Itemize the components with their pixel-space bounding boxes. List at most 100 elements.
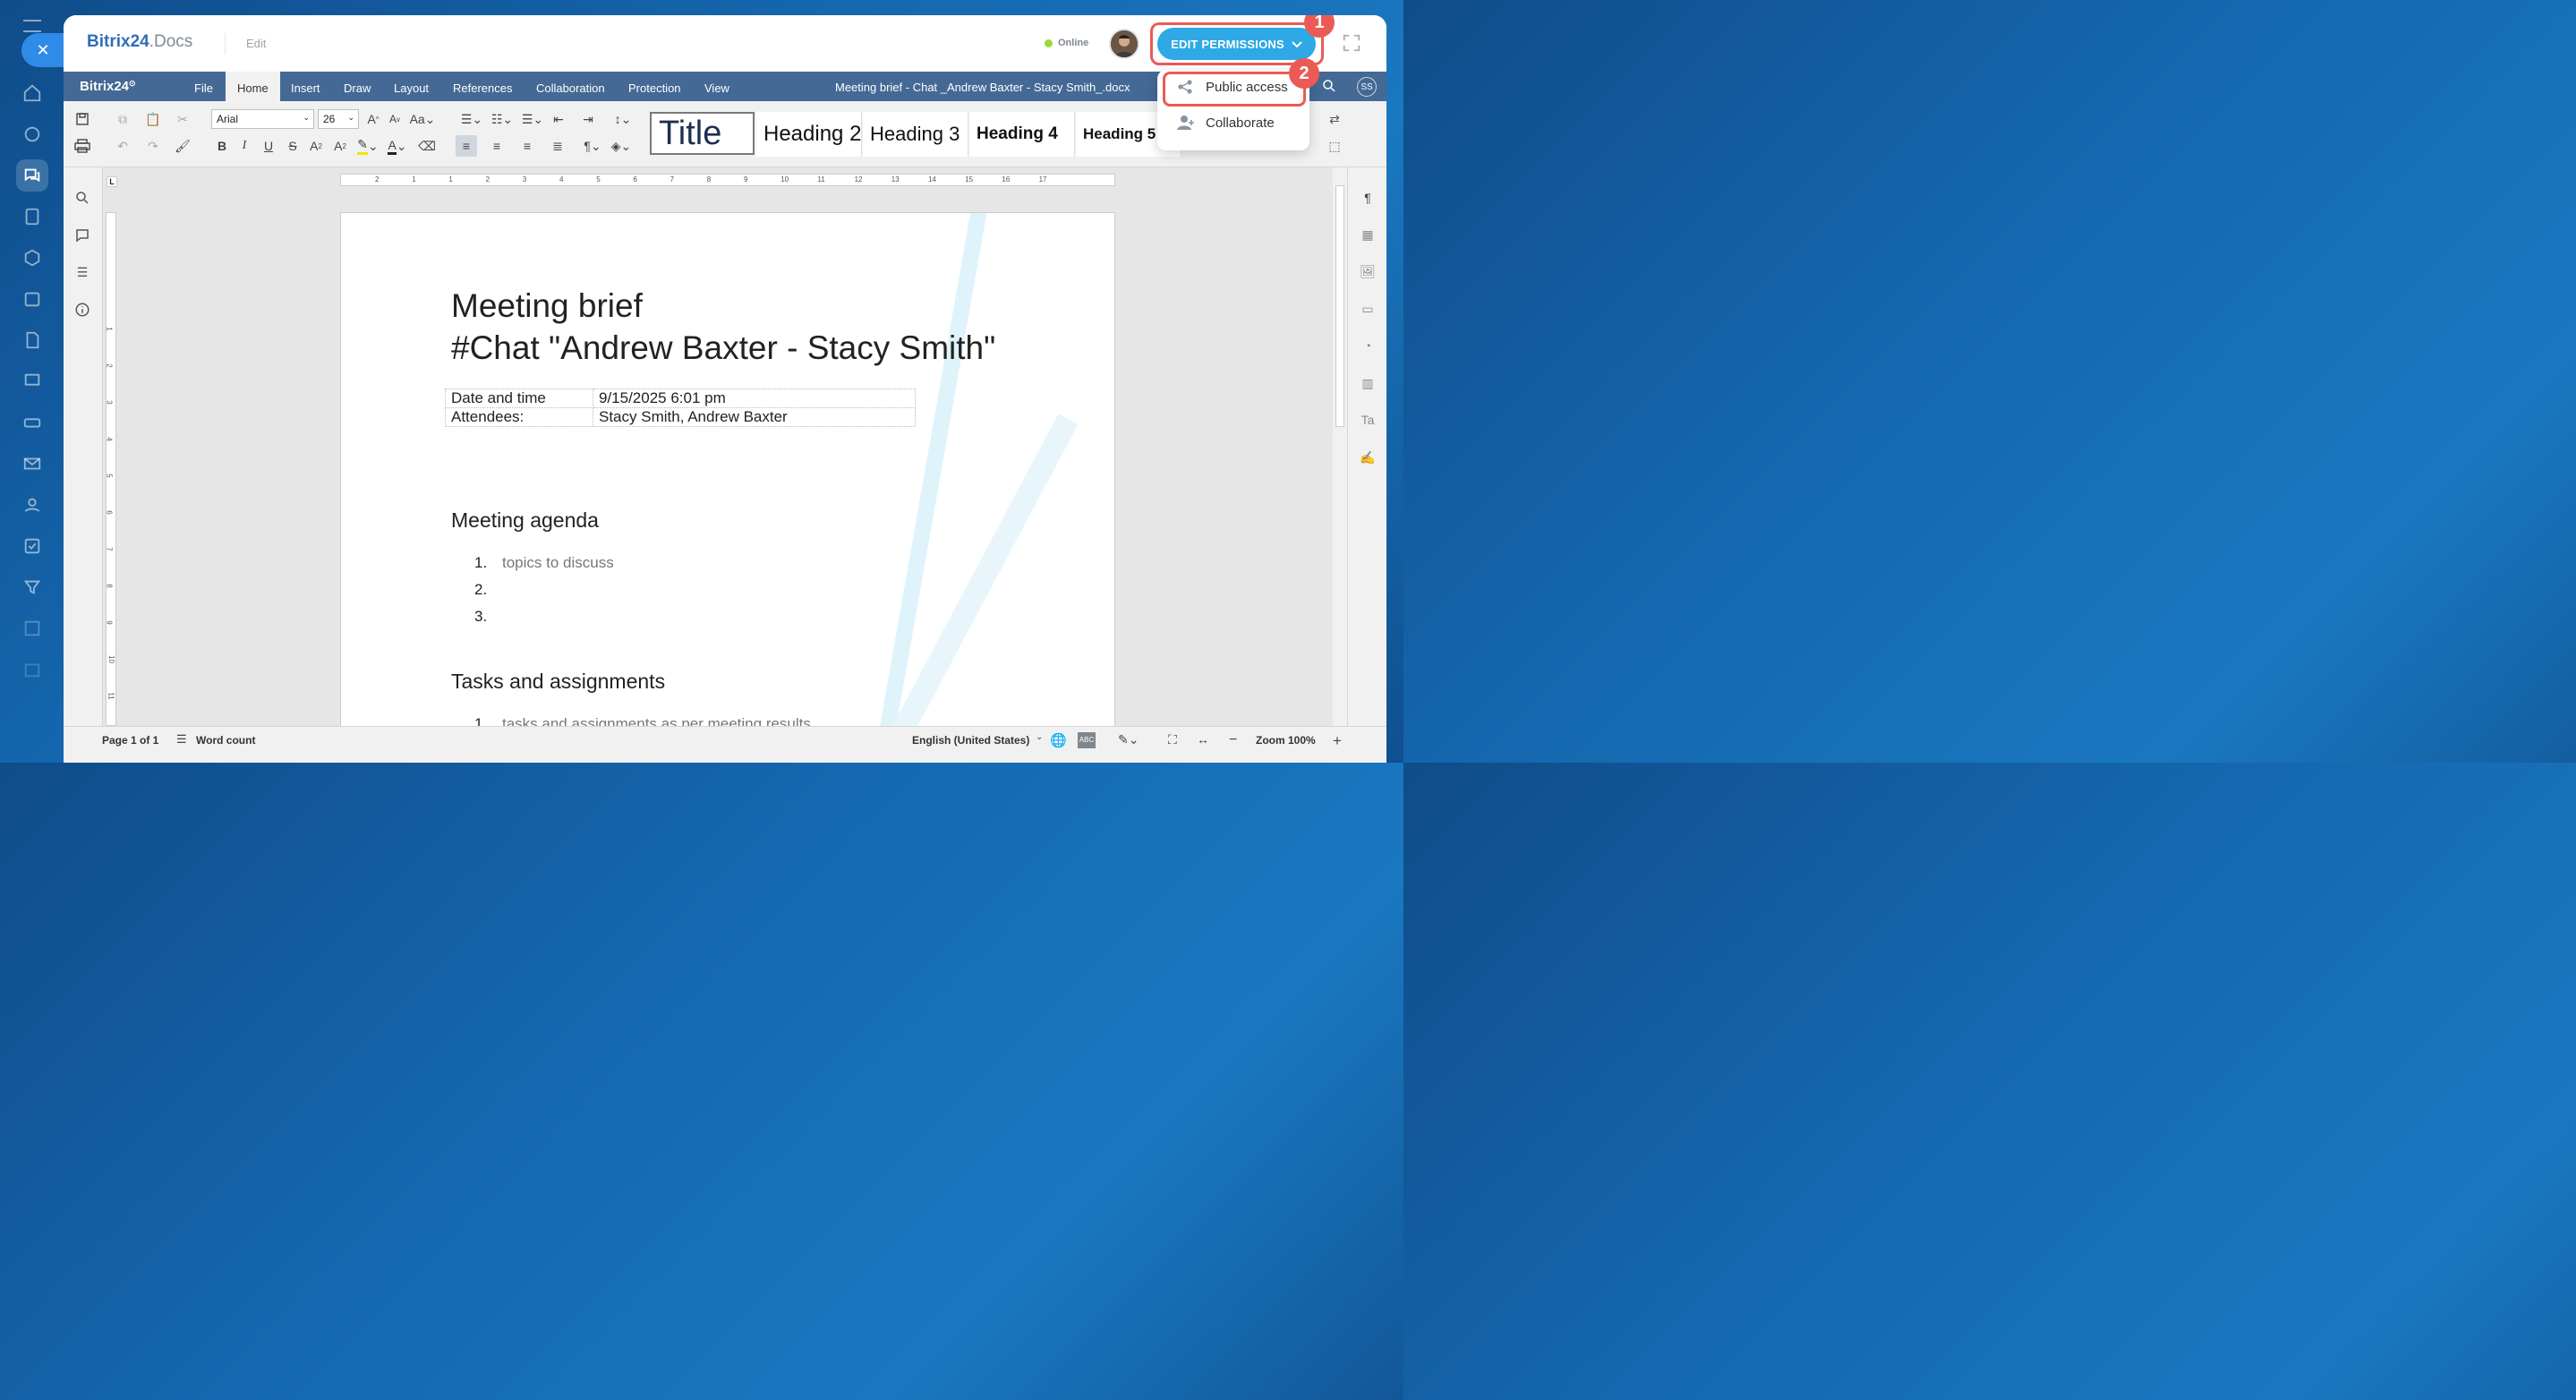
search-icon[interactable] [72,187,93,209]
document-title-line-1[interactable]: Meeting brief [451,287,643,325]
tab-layout[interactable]: Layout [382,72,440,101]
tab-draw[interactable]: Draw [332,72,382,101]
tab-home[interactable]: Home [226,72,280,101]
chart-settings-icon[interactable]: ▥ [1357,372,1378,394]
presentation-icon[interactable] [16,365,48,397]
decrease-font-icon[interactable]: Av [384,108,405,130]
subscript-icon[interactable]: A2 [329,135,351,157]
fullscreen-icon[interactable] [1342,33,1363,55]
shape-settings-icon[interactable]: ◔ [1357,335,1378,356]
shading-icon[interactable]: ◈⌄ [608,135,635,157]
paragraph-marks-icon[interactable]: ¶⌄ [579,135,606,157]
style-heading-4[interactable]: Heading 4 [969,112,1075,157]
spell-check-icon[interactable]: ABC [1078,732,1096,748]
increase-font-icon[interactable]: A ^ [363,108,384,130]
docs-icon[interactable] [16,201,48,233]
contacts-icon[interactable] [16,489,48,521]
print-icon[interactable] [72,135,93,157]
info-icon[interactable] [72,299,93,320]
tab-stop-selector[interactable]: L [107,176,117,187]
navigation-icon[interactable]: ☰ [72,261,93,283]
user-initials-avatar[interactable]: SS [1357,77,1377,97]
style-heading-2[interactable]: Heading 2 [756,112,862,157]
paragraph-settings-icon[interactable]: ¶ [1357,187,1378,209]
tab-references[interactable]: References [441,72,524,101]
collaborate-menu-item[interactable]: Collaborate [1157,106,1309,140]
language-select[interactable]: English (United States) [912,727,1029,754]
paste-icon[interactable]: 📋 [142,108,164,130]
highlight-color-icon[interactable]: ✎ ⌄ [354,135,381,157]
clear-format-icon[interactable]: ⌫ [416,135,438,157]
tab-insert[interactable]: Insert [279,72,332,101]
list-item[interactable]: topics to discuss [502,554,614,572]
zoom-out-icon[interactable]: − [1229,732,1237,748]
align-right-icon[interactable]: ≡ [516,135,538,157]
numbered-list-icon[interactable]: ☷⌄ [489,108,516,130]
table-settings-icon[interactable]: ▦ [1357,224,1378,245]
mail-icon[interactable] [16,448,48,480]
text-art-icon[interactable]: Ta [1357,409,1378,431]
table-cell[interactable]: Date and time [445,388,593,408]
feed-icon[interactable] [16,118,48,150]
tasks-icon[interactable] [16,530,48,562]
vertical-scrollbar[interactable] [1333,167,1347,726]
scrollbar-thumb[interactable] [1335,185,1344,427]
save-icon[interactable] [72,108,93,130]
drive-icon[interactable] [16,406,48,439]
document-title-line-2[interactable]: #Chat "Andrew Baxter - Stacy Smith" [451,329,995,367]
tab-file[interactable]: File [183,72,225,101]
font-family-select[interactable]: Arial ⌄ [211,109,314,129]
tab-collaboration[interactable]: Collaboration [525,72,617,101]
replace-icon[interactable]: ⇄ [1324,108,1345,130]
superscript-icon[interactable]: A2 [305,135,327,157]
format-painter-icon[interactable]: 🖌 [172,135,193,157]
italic-icon[interactable]: I [234,135,255,157]
agenda-heading[interactable]: Meeting agenda [451,508,599,533]
comments-icon[interactable] [72,225,93,246]
fit-page-icon[interactable]: ⛶ [1168,732,1177,747]
settings-icon[interactable] [16,242,48,274]
image-settings-icon[interactable]: 🖼 [1357,260,1378,282]
grid-icon[interactable] [16,612,48,645]
style-heading-3[interactable]: Heading 3 [863,112,968,157]
tab-protection[interactable]: Protection [617,72,693,101]
signature-icon[interactable]: ✍ [1357,447,1378,468]
meeting-info-table[interactable]: Date and time 9/15/2025 6:01 pm Attendees… [445,388,916,427]
select-all-icon[interactable]: ⬚ [1324,135,1345,157]
calendar-icon[interactable] [16,283,48,315]
menu-icon[interactable] [23,20,41,32]
line-spacing-icon[interactable]: ↕⌄ [610,108,636,130]
decrease-indent-icon[interactable]: ⇤ [548,108,569,130]
chat-icon[interactable] [16,159,48,192]
zoom-level[interactable]: Zoom 100% [1256,727,1316,754]
home-icon[interactable] [16,77,48,109]
fit-width-icon[interactable]: ↔ [1197,732,1209,747]
strikethrough-icon[interactable]: S [282,135,303,157]
undo-icon[interactable]: ↶ [112,135,133,157]
font-color-icon[interactable]: A ⌄ [384,135,411,157]
style-title[interactable]: Title [650,112,755,155]
tasks-heading[interactable]: Tasks and assignments [451,670,665,694]
track-changes-icon[interactable]: ✎⌄ [1118,732,1139,747]
globe-icon[interactable]: 🌐 [1050,732,1067,748]
store-icon[interactable] [16,653,48,686]
avatar[interactable] [1109,29,1139,59]
close-button[interactable]: ✕ [21,33,64,67]
tab-view[interactable]: View [693,72,741,101]
justify-icon[interactable]: ≣ [547,135,568,157]
align-left-icon[interactable]: ≡ [456,135,477,157]
underline-icon[interactable]: U [258,135,279,157]
header-footer-icon[interactable]: ▭ [1357,298,1378,320]
zoom-in-icon[interactable]: + [1333,732,1342,750]
page-indicator[interactable]: Page 1 of 1 [102,727,158,754]
bold-icon[interactable]: B [211,135,233,157]
align-center-icon[interactable]: ≡ [486,135,508,157]
change-case-icon[interactable]: Aa⌄ [409,108,436,130]
file-icon[interactable] [16,324,48,356]
table-cell[interactable]: Attendees: [445,407,593,427]
word-count-button[interactable]: Word count [196,727,255,754]
copy-icon[interactable]: ⧉ [112,108,133,130]
search-icon[interactable] [1321,78,1337,98]
multilevel-list-icon[interactable]: ☰⌄ [519,108,546,130]
table-cell[interactable]: 9/15/2025 6:01 pm [593,388,916,408]
